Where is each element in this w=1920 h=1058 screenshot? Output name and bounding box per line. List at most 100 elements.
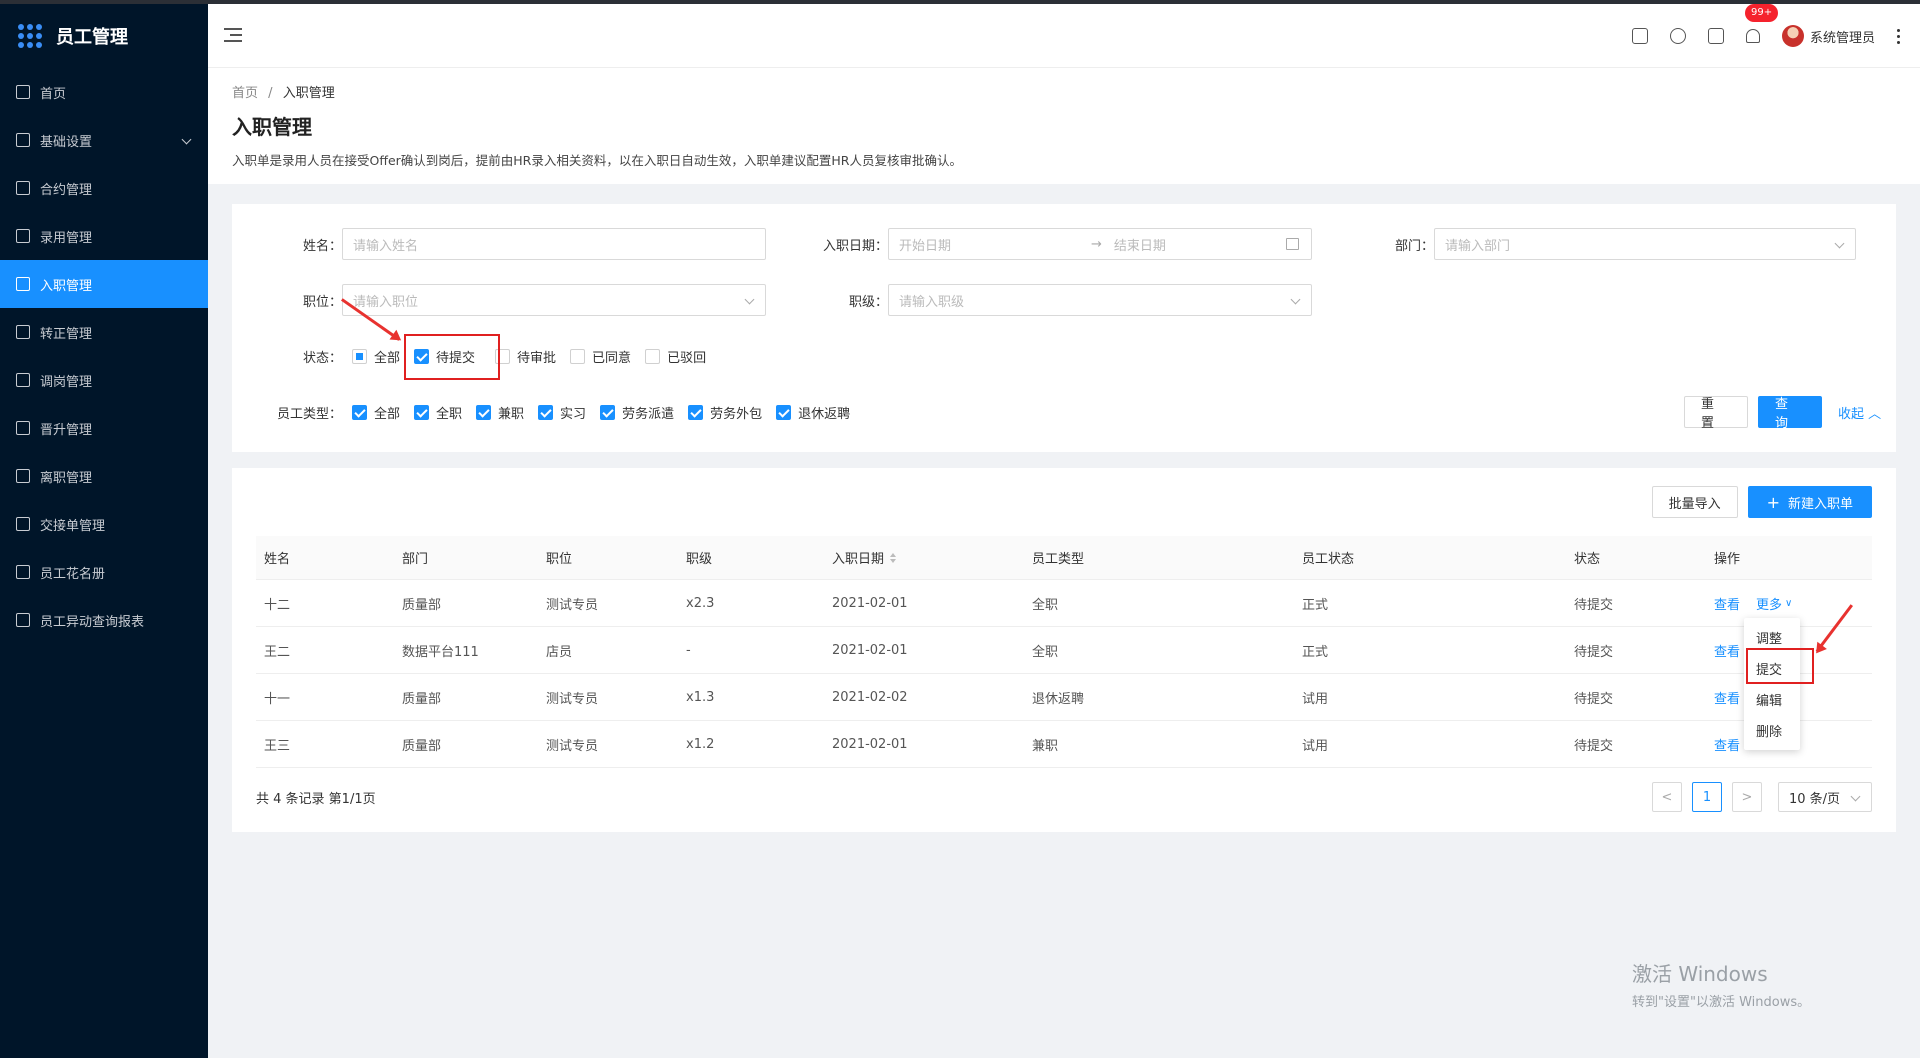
user-menu[interactable]: 系统管理员 xyxy=(1781,25,1875,47)
sidebar-item-contract[interactable]: 合约管理 xyxy=(0,164,208,212)
report-icon xyxy=(16,421,30,435)
level-select[interactable]: 请输入职级 xyxy=(888,284,1312,316)
sidebar-item-label: 离职管理 xyxy=(40,470,93,486)
help-icon[interactable] xyxy=(1669,28,1686,44)
col-position: 职位 xyxy=(546,552,573,567)
view-link[interactable]: 查看 xyxy=(1714,721,1740,767)
date-range-picker[interactable]: 开始日期 → 结束日期 xyxy=(888,228,1312,260)
notification-badge: 99+ xyxy=(1744,4,1779,22)
page-1-button[interactable]: 1 xyxy=(1692,782,1722,812)
sidebar-item-home[interactable]: 首页 xyxy=(0,68,208,116)
next-page-button[interactable]: > xyxy=(1732,782,1762,812)
bell-icon[interactable]: 99+ xyxy=(1744,4,1779,43)
checkbox-partial xyxy=(352,348,367,364)
type-intern-checkbox[interactable]: 实习 xyxy=(538,403,586,422)
more-vertical-icon[interactable] xyxy=(1897,28,1900,44)
reset-button[interactable]: 重 置 xyxy=(1684,396,1748,431)
sidebar-item-label: 录用管理 xyxy=(40,230,93,246)
transfer-icon xyxy=(16,325,30,339)
table-header: 姓名 部门 职位 职级 入职日期 员工类型 员工状态 状态 操作 xyxy=(256,536,1872,580)
sidebar-item-job-transfer[interactable]: 调岗管理 xyxy=(0,356,208,404)
cell-type: 退休返聘 xyxy=(1032,691,1085,707)
status-all-checkbox[interactable]: 全部 xyxy=(352,347,400,366)
view-link[interactable]: 查看 xyxy=(1714,627,1740,673)
checkbox-checked xyxy=(600,404,616,420)
status-pending-approval-checkbox[interactable]: 待审批 xyxy=(495,347,556,366)
page-size-select[interactable]: 10 条/页 xyxy=(1778,782,1872,812)
sidebar-item-label: 转正管理 xyxy=(40,326,93,342)
home-icon[interactable] xyxy=(1631,28,1648,44)
type-outsource-checkbox[interactable]: 劳务外包 xyxy=(688,403,762,422)
app-logo[interactable]: 员工管理 xyxy=(0,4,208,68)
page-description: 入职单是录用人员在接受Offer确认到岗后，提前由HR录入相关资料，以在入职日自… xyxy=(232,153,962,168)
cell-date: 2021-02-01 xyxy=(832,736,908,752)
sidebar-item-label: 交接单管理 xyxy=(40,518,106,534)
sidebar-item-resignation[interactable]: 离职管理 xyxy=(0,452,208,500)
sidebar-item-regularization[interactable]: 转正管理 xyxy=(0,308,208,356)
type-parttime-checkbox[interactable]: 兼职 xyxy=(476,403,524,422)
type-fulltime-checkbox[interactable]: 全职 xyxy=(414,403,462,422)
dept-select[interactable]: 请输入部门 xyxy=(1434,228,1856,260)
menu-fold-icon[interactable] xyxy=(224,28,242,42)
sidebar-menu: 首页 基础设置 合约管理 录用管理 入职管理 转正管理 调岗管理 晋升管理 离职… xyxy=(0,68,208,644)
home-icon xyxy=(16,85,30,99)
dept-placeholder: 请输入部门 xyxy=(1445,238,1511,254)
table-row: 十二 质量部 测试专员 x2.3 2021-02-01 全职 正式 待提交 查看… xyxy=(256,580,1872,627)
cell-date: 2021-02-01 xyxy=(832,642,908,658)
checkbox-checked xyxy=(414,404,430,420)
list-icon xyxy=(16,565,30,579)
sidebar-item-handover[interactable]: 交接单管理 xyxy=(0,500,208,548)
table-panel: 批量导入 + 新建入职单 姓名 部门 职位 职级 入职日期 员工类型 员工状态 状… xyxy=(232,468,1896,832)
col-emp-status: 员工状态 xyxy=(1302,552,1355,567)
grid-logo-icon xyxy=(18,24,42,48)
sidebar-item-onboarding[interactable]: 入职管理 xyxy=(0,260,208,308)
sort-icon xyxy=(890,552,897,563)
sidebar-item-roster[interactable]: 员工花名册 xyxy=(0,548,208,596)
checkbox-checked xyxy=(538,404,554,420)
breadcrumb-home[interactable]: 首页 xyxy=(232,86,258,101)
apps-icon[interactable] xyxy=(1707,28,1724,44)
position-placeholder: 请输入职位 xyxy=(353,294,419,310)
page-header: 首页 / 入职管理 入职管理 入职单是录用人员在接受Offer确认到岗后，提前由… xyxy=(208,68,1920,184)
view-link[interactable]: 查看 xyxy=(1714,674,1740,720)
type-retired-rehire-checkbox[interactable]: 退休返聘 xyxy=(776,403,850,422)
status-rejected-checkbox[interactable]: 已驳回 xyxy=(645,347,706,366)
collapse-link[interactable]: 收起 ︿ xyxy=(1838,403,1881,422)
checkbox-checked xyxy=(688,404,704,420)
mail-icon xyxy=(16,133,30,147)
checkbox-label: 已驳回 xyxy=(667,350,707,366)
sidebar-item-promotion[interactable]: 晋升管理 xyxy=(0,404,208,452)
filter-name: 姓名： 请输入姓名 xyxy=(272,228,766,260)
sidebar-item-basic-settings[interactable]: 基础设置 xyxy=(0,116,208,164)
document-icon xyxy=(16,277,30,291)
menu-item-edit[interactable]: 编辑 xyxy=(1744,684,1800,715)
view-link[interactable]: 查看 xyxy=(1714,580,1740,626)
app-title: 员工管理 xyxy=(56,27,128,48)
col-date[interactable]: 入职日期 xyxy=(832,536,897,579)
sidebar-item-change-report[interactable]: 员工异动查询报表 xyxy=(0,596,208,644)
cell-level: x1.2 xyxy=(686,736,715,752)
sidebar-item-hiring[interactable]: 录用管理 xyxy=(0,212,208,260)
date-start[interactable]: 开始日期 xyxy=(899,235,1079,254)
menu-item-delete[interactable]: 删除 xyxy=(1744,715,1800,746)
chevron-up-icon: ︿ xyxy=(1868,406,1882,422)
checkbox-checked xyxy=(776,404,792,420)
chevron-down-icon: ∨ xyxy=(1785,597,1793,609)
prev-page-button[interactable]: < xyxy=(1652,782,1682,812)
date-end[interactable]: 结束日期 xyxy=(1114,235,1166,254)
name-input[interactable]: 请输入姓名 xyxy=(342,228,766,260)
search-button[interactable]: 查 询 xyxy=(1758,396,1822,431)
cell-emp-status: 正式 xyxy=(1302,644,1329,660)
calendar-icon xyxy=(1286,238,1299,250)
filter-level: 职级： 请输入职级 xyxy=(818,284,1312,316)
create-onboarding-button[interactable]: + 新建入职单 xyxy=(1747,486,1872,518)
type-all-checkbox[interactable]: 全部 xyxy=(352,403,400,422)
cell-emp-status: 正式 xyxy=(1302,597,1329,613)
position-select[interactable]: 请输入职位 xyxy=(342,284,766,316)
filter-actions: 重 置 查 询 收起 ︿ xyxy=(1684,396,1881,431)
batch-import-button[interactable]: 批量导入 xyxy=(1651,486,1738,518)
type-dispatch-checkbox[interactable]: 劳务派遣 xyxy=(600,403,674,422)
status-approved-checkbox[interactable]: 已同意 xyxy=(570,347,631,366)
collapse-label: 收起 xyxy=(1838,406,1865,422)
checkbox-checked xyxy=(352,404,367,420)
